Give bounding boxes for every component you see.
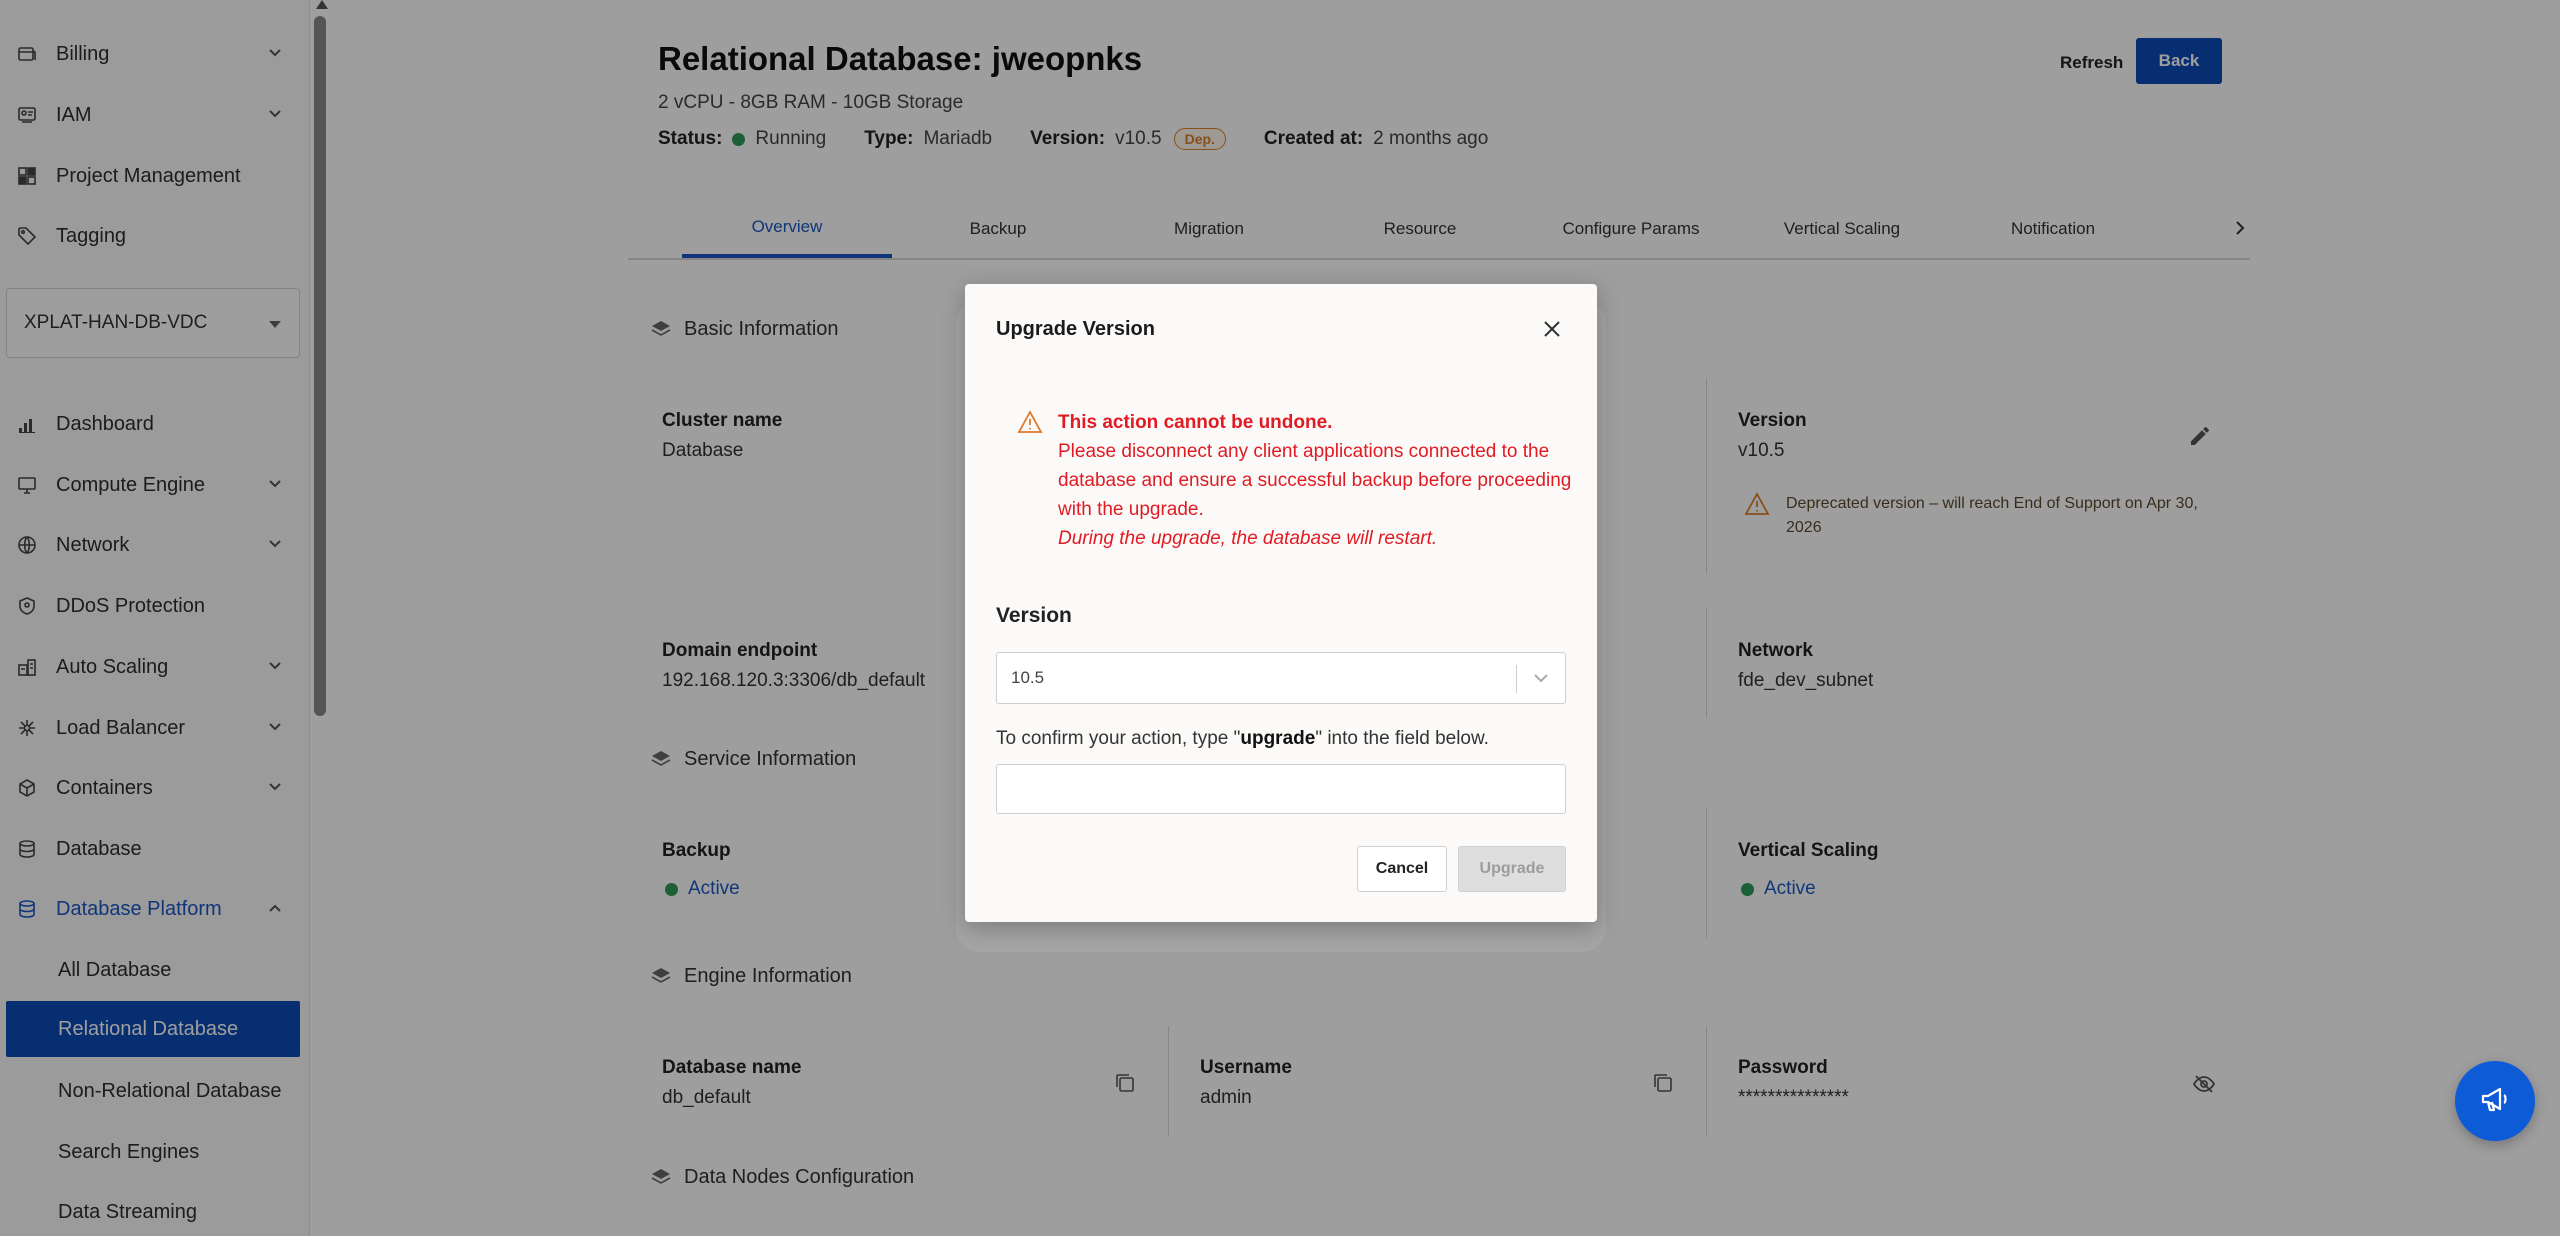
upgrade-button[interactable]: Upgrade (1458, 846, 1566, 892)
alert-note: During the upgrade, the database will re… (1058, 528, 1438, 549)
dialog-title: Upgrade Version (996, 318, 1155, 340)
upgrade-warning-alert: This action cannot be undone. Please dis… (1017, 408, 1577, 553)
megaphone-icon (2478, 1082, 2512, 1121)
warning-icon (1017, 410, 1043, 434)
announcement-button[interactable] (2455, 1061, 2535, 1141)
alert-title: This action cannot be undone. (1058, 412, 1333, 433)
close-icon[interactable] (1541, 318, 1563, 340)
alert-body: Please disconnect any client application… (1058, 441, 1572, 520)
upgrade-version-dialog: Upgrade Version This action cannot be un… (965, 284, 1597, 922)
confirm-keyword: upgrade (1240, 728, 1316, 749)
version-select[interactable]: 10.5 (996, 652, 1566, 704)
cancel-button[interactable]: Cancel (1357, 846, 1447, 892)
version-selected-value: 10.5 (1011, 668, 1045, 687)
version-heading: Version (996, 604, 1072, 627)
confirm-instruction: To confirm your action, type "upgrade" i… (996, 728, 1489, 749)
chevron-down-icon (1531, 668, 1551, 688)
confirm-input[interactable] (996, 764, 1566, 814)
